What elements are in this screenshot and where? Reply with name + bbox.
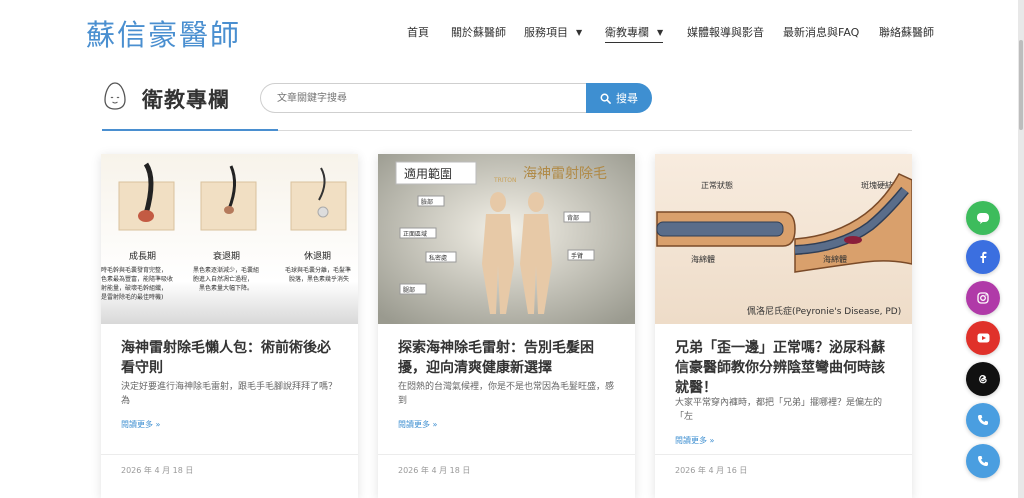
read-more-link[interactable]: 閱讀更多 » bbox=[675, 435, 714, 446]
nav-item-media[interactable]: 媒體報導與影音 bbox=[687, 24, 764, 40]
search-icon bbox=[600, 93, 611, 104]
image-label: 海綿體 bbox=[823, 254, 847, 264]
image-heading: 海神雷射除毛 bbox=[523, 166, 607, 182]
search-input[interactable] bbox=[260, 83, 590, 113]
stage-text: 胞進入自然凋亡過程， bbox=[193, 275, 253, 283]
zone-label: 手臂 bbox=[571, 252, 583, 260]
phone-icon bbox=[978, 456, 988, 466]
nav-item-about[interactable]: 關於蘇醫師 bbox=[451, 24, 506, 40]
site-logo[interactable]: 蘇信豪醫師 bbox=[86, 12, 241, 54]
article-image-peyronie[interactable]: 正常狀態 斑塊硬結 海綿體 海綿體 佩洛尼氏症(Peyronie's Disea… bbox=[655, 154, 912, 324]
article-card[interactable]: 成長期 衰退期 休退期 時毛幹與毛囊發育完整， 色素最為豐富，能隨準吸收 射能量… bbox=[101, 154, 358, 498]
article-meta: 2026 年 4 月 16 日 bbox=[655, 454, 912, 475]
article-card[interactable]: 正常狀態 斑塊硬結 海綿體 海綿體 佩洛尼氏症(Peyronie's Disea… bbox=[655, 154, 912, 498]
article-title[interactable]: 海神雷射除毛懶人包：術前術後必看守則 bbox=[121, 338, 341, 378]
stage-text: 毛球與毛囊分離，毛髮準 bbox=[285, 266, 351, 274]
nav-item-services[interactable]: 服務項目 ▼ bbox=[524, 24, 582, 40]
article-excerpt: 在悶熱的台灣氣候裡，你是不是也常因為毛髮旺盛，感到 bbox=[398, 382, 615, 406]
stage-text: 是雷射除毛的最佳時機) bbox=[101, 293, 163, 301]
article-date: 2026 年 4 月 18 日 bbox=[398, 466, 471, 475]
nav-item-home[interactable]: 首頁 bbox=[407, 24, 429, 40]
facebook-icon bbox=[980, 251, 987, 263]
article-title[interactable]: 兄弟「歪一邊」正常嗎？泌尿科蘇信豪醫師教你分辨陰莖彎曲何時該就醫！ bbox=[675, 338, 895, 398]
line-button[interactable] bbox=[966, 201, 1000, 235]
nav-item-news-faq[interactable]: 最新消息與FAQ bbox=[783, 24, 859, 40]
image-heading: 適用範圍 bbox=[404, 166, 452, 181]
threads-icon bbox=[979, 375, 987, 384]
page: 蘇信豪醫師 首頁 關於蘇醫師 服務項目 ▼ 衛教專欄 ▼ 媒體報導與影音 最新消息與… bbox=[0, 0, 1018, 498]
read-more-link[interactable]: 閱讀更多 » bbox=[398, 419, 437, 430]
article-card[interactable]: 適用範圍 TRITON 海神雷射除毛 臉部 正面區域 私密處 腿部 背部 手臂 … bbox=[378, 154, 635, 498]
article-meta: 2026 年 4 月 18 日 bbox=[101, 454, 358, 475]
article-title[interactable]: 探索海神除毛雷射：告別毛髮困擾，迎向清爽健康新選擇 bbox=[398, 338, 618, 378]
article-date: 2026 年 4 月 16 日 bbox=[675, 466, 748, 475]
chevron-down-icon: ▼ bbox=[657, 28, 664, 37]
phone-icon bbox=[978, 415, 988, 425]
youtube-button[interactable] bbox=[966, 321, 1000, 355]
stage-text: 色素最為豐富，能隨準吸收 bbox=[101, 275, 173, 283]
instagram-button[interactable] bbox=[966, 281, 1000, 315]
article-excerpt: 決定好要進行海神除毛雷射，跟毛手毛腳說拜拜了嗎？為 bbox=[121, 382, 338, 406]
zone-label: 私密處 bbox=[429, 254, 447, 262]
zone-label: 腿部 bbox=[403, 286, 415, 294]
article-excerpt: 大家平常穿內褲時，都把「兄弟」擺哪裡？是偏左的「左 bbox=[675, 398, 883, 422]
search-bar: 搜尋 bbox=[260, 83, 652, 113]
page-title: 衛教專欄 bbox=[142, 88, 230, 112]
instagram-icon bbox=[977, 292, 989, 304]
stage-text: 黑色素量大幅下降。 bbox=[199, 284, 253, 292]
article-image-hair-cycle[interactable]: 成長期 衰退期 休退期 時毛幹與毛囊發育完整， 色素最為豐富，能隨準吸收 射能量… bbox=[101, 154, 358, 324]
zone-label: 臉部 bbox=[421, 198, 433, 206]
nav-item-health-column[interactable]: 衛教專欄 ▼ bbox=[605, 24, 664, 43]
nav-item-health-column-label: 衛教專欄 bbox=[605, 26, 649, 39]
threads-button[interactable] bbox=[966, 362, 1000, 396]
search-button[interactable]: 搜尋 bbox=[586, 83, 652, 113]
image-brand: TRITON bbox=[493, 177, 516, 184]
stage-text: 時毛幹與毛囊發育完整， bbox=[101, 266, 167, 274]
image-caption: 佩洛尼氏症(Peyronie's Disease, PD) bbox=[747, 305, 901, 317]
scrollbar-thumb[interactable] bbox=[1019, 40, 1023, 130]
stage-text: 射能量，破壞毛幹組織， bbox=[101, 284, 167, 292]
chevron-down-icon: ▼ bbox=[576, 28, 583, 37]
stage-label: 成長期 bbox=[129, 250, 156, 262]
phone-button[interactable] bbox=[966, 444, 1000, 478]
egg-face-icon bbox=[104, 82, 126, 110]
zone-label: 正面區域 bbox=[403, 230, 427, 238]
youtube-icon bbox=[977, 333, 989, 343]
image-label: 正常狀態 bbox=[701, 180, 733, 190]
stage-label: 衰退期 bbox=[213, 250, 240, 262]
scrollbar[interactable] bbox=[1018, 0, 1024, 498]
read-more-link[interactable]: 閱讀更多 » bbox=[121, 419, 160, 430]
article-date: 2026 年 4 月 18 日 bbox=[121, 466, 194, 475]
nav-item-contact[interactable]: 聯絡蘇醫師 bbox=[879, 24, 934, 40]
stage-label: 休退期 bbox=[304, 250, 331, 262]
section-divider bbox=[102, 129, 912, 131]
image-label: 斑塊硬結 bbox=[861, 180, 893, 190]
image-label: 海綿體 bbox=[691, 254, 715, 264]
stage-text: 黑色素逐漸減少，毛囊組 bbox=[193, 266, 259, 274]
facebook-button[interactable] bbox=[966, 240, 1000, 274]
divider-accent bbox=[102, 129, 278, 131]
zone-label: 背部 bbox=[567, 214, 579, 222]
line-icon bbox=[977, 213, 989, 224]
nav-item-services-label: 服務項目 bbox=[524, 26, 568, 39]
phone-button[interactable] bbox=[966, 403, 1000, 437]
search-button-label: 搜尋 bbox=[616, 92, 638, 105]
article-image-laser-zones[interactable]: 適用範圍 TRITON 海神雷射除毛 臉部 正面區域 私密處 腿部 背部 手臂 bbox=[378, 154, 635, 324]
stage-text: 脫落，黑色素幾乎消失 bbox=[289, 275, 349, 283]
article-meta: 2026 年 4 月 18 日 bbox=[378, 454, 635, 475]
